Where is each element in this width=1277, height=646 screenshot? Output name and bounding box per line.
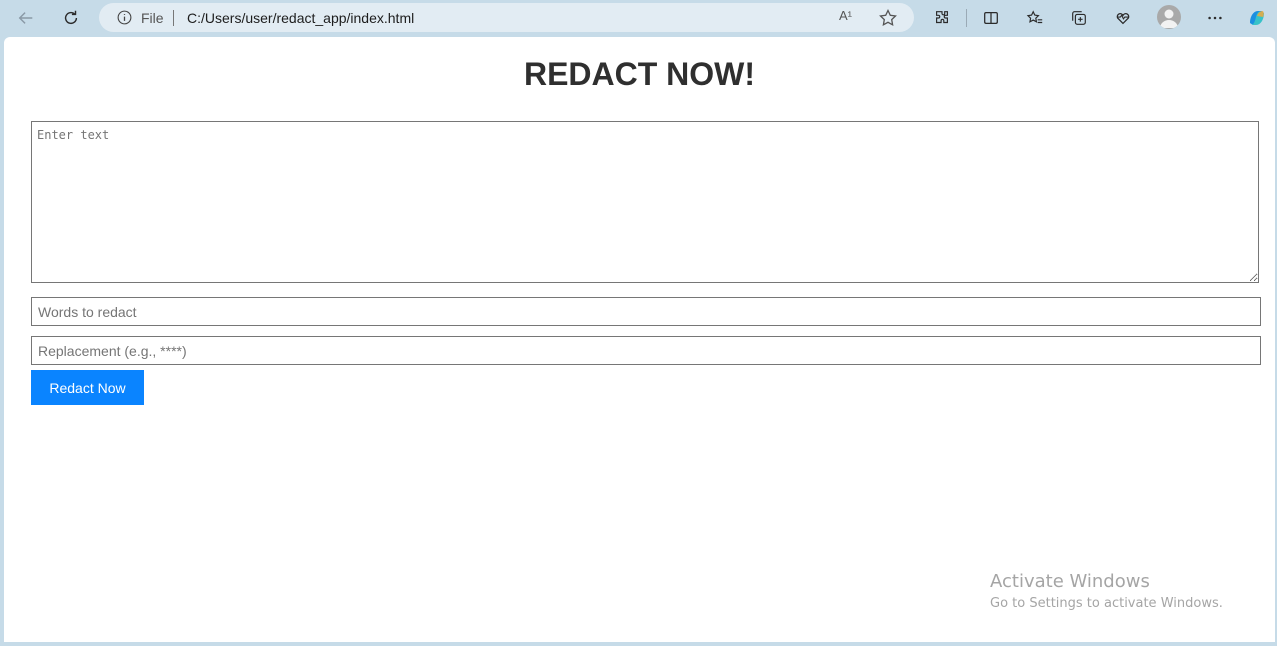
copilot-icon[interactable]: [1243, 4, 1271, 32]
reload-icon[interactable]: [57, 4, 85, 32]
favorite-star-icon[interactable]: [878, 8, 898, 28]
extensions-icon[interactable]: [928, 4, 956, 32]
url-text[interactable]: C:/Users/user/redact_app/index.html: [187, 10, 414, 26]
file-label: File: [141, 10, 164, 26]
watermark-subtitle: Go to Settings to activate Windows.: [990, 596, 1223, 611]
collections-icon[interactable]: [1065, 4, 1093, 32]
info-icon[interactable]: [116, 9, 133, 26]
page-title: REDACT NOW!: [523, 56, 756, 92]
performance-icon[interactable]: [1109, 4, 1137, 32]
redact-now-button[interactable]: Redact Now: [31, 370, 144, 405]
activate-windows-watermark: Activate Windows Go to Settings to activ…: [990, 571, 1223, 611]
read-aloud-icon[interactable]: A¹: [839, 8, 859, 28]
profile-icon[interactable]: [1157, 5, 1181, 29]
browser-toolbar: File C:/Users/user/redact_app/index.html…: [0, 0, 1277, 36]
watermark-title: Activate Windows: [990, 571, 1150, 592]
replacement-input[interactable]: [31, 336, 1261, 365]
split-screen-icon[interactable]: [977, 4, 1005, 32]
text-input-area[interactable]: [31, 121, 1259, 283]
address-bar[interactable]: File C:/Users/user/redact_app/index.html…: [99, 3, 914, 32]
back-arrow-icon[interactable]: [12, 4, 40, 32]
toolbar-separator: [966, 9, 967, 27]
words-to-redact-input[interactable]: [31, 297, 1261, 326]
favorites-icon[interactable]: [1021, 4, 1049, 32]
more-icon[interactable]: [1201, 4, 1229, 32]
web-page: REDACT NOW! Redact Now Activate Windows …: [4, 37, 1275, 642]
address-separator: [173, 10, 174, 26]
